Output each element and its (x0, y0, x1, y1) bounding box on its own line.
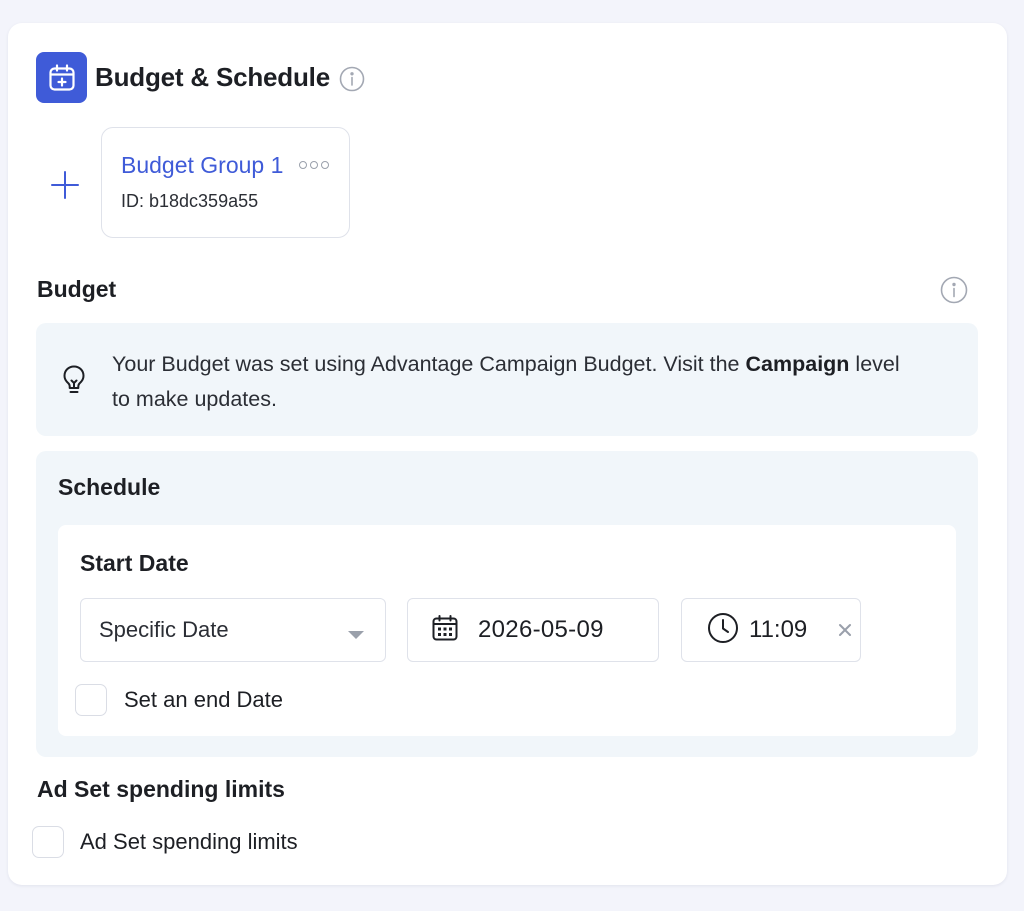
spending-limits-row: Ad Set spending limits (32, 826, 298, 858)
start-date-title: Start Date (80, 550, 189, 576)
start-date-panel: Start Date Specific Date 2026-05-09 11:0… (58, 525, 956, 736)
budget-schedule-card: Budget & Schedule Budget Group 1 ID: b18… (8, 23, 1007, 885)
end-date-checkbox[interactable] (75, 684, 107, 716)
budget-notice: Your Budget was set using Advantage Camp… (36, 323, 978, 436)
close-icon[interactable] (838, 623, 852, 642)
spending-limits-checkbox[interactable] (32, 826, 64, 858)
campaign-link[interactable]: Campaign (746, 352, 850, 376)
budget-group-id: ID: b18dc359a55 (121, 191, 259, 211)
schedule-section: Schedule Start Date Specific Date 2026-0… (36, 451, 978, 757)
start-date-value: 2026-05-09 (478, 616, 604, 643)
lightbulb-icon (58, 363, 90, 402)
end-date-label[interactable]: Set an end Date (124, 687, 283, 713)
page-title: Budget & Schedule (95, 62, 330, 92)
chevron-down-icon (347, 627, 365, 645)
budget-group-name[interactable]: Budget Group 1 (121, 152, 283, 179)
calendar-icon (431, 614, 459, 647)
start-time-input[interactable]: 11:09 (681, 598, 861, 662)
info-icon[interactable] (339, 66, 365, 92)
schedule-title: Schedule (58, 474, 161, 500)
spending-limits-label[interactable]: Ad Set spending limits (80, 829, 298, 855)
date-mode-value: Specific Date (99, 617, 229, 642)
budget-section-title: Budget (37, 276, 117, 302)
budget-group-card[interactable]: Budget Group 1 ID: b18dc359a55 (101, 127, 350, 238)
budget-notice-text: Your Budget was set using Advantage Camp… (112, 352, 900, 411)
budget-info-icon[interactable] (940, 276, 968, 304)
clock-icon (707, 612, 739, 649)
more-options-icon[interactable] (299, 161, 329, 169)
date-mode-select[interactable]: Specific Date (80, 598, 386, 662)
start-date-input[interactable]: 2026-05-09 (407, 598, 659, 662)
start-time-value: 11:09 (749, 616, 808, 643)
spending-limits-title: Ad Set spending limits (37, 776, 285, 802)
plus-icon (51, 171, 79, 199)
end-date-row: Set an end Date (75, 684, 283, 716)
add-budget-group-button[interactable] (48, 168, 82, 202)
calendar-add-icon (36, 52, 87, 103)
card-header: Budget & Schedule (36, 52, 365, 103)
